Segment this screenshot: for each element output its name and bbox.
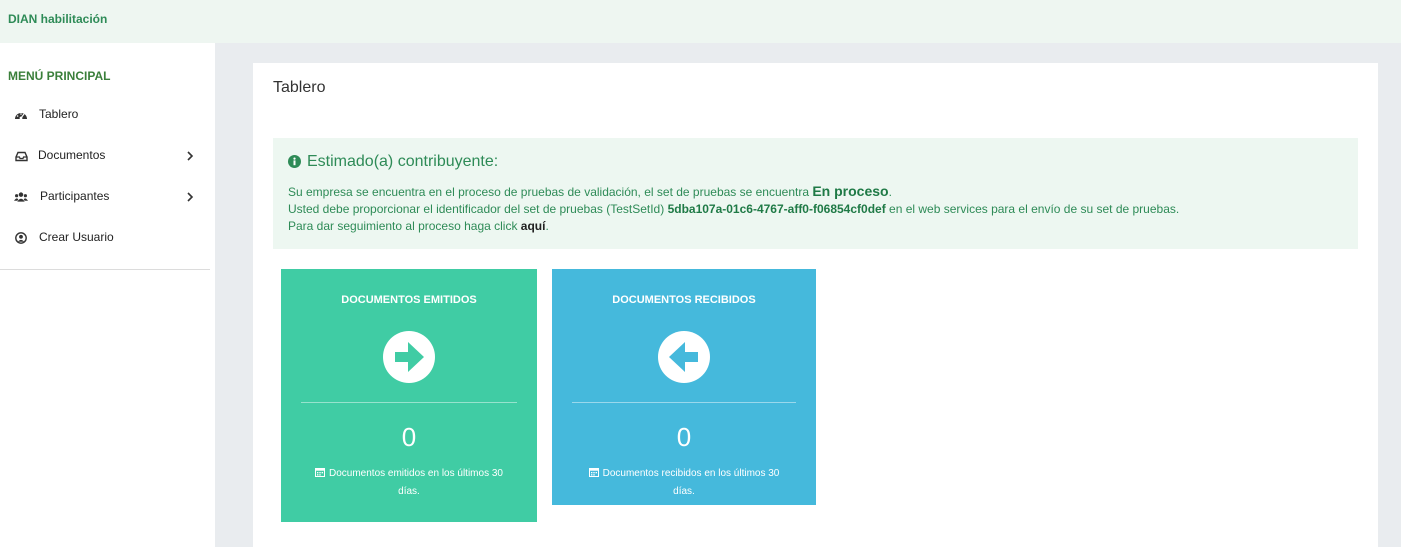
tile-footer: Documentos recibidos en los últimos 30 d… — [577, 465, 791, 501]
alert-line-status: Su empresa se encuentra en el proceso de… — [288, 183, 892, 199]
status-text: En proceso — [812, 183, 889, 199]
chevron-right-icon — [186, 190, 196, 202]
tile-documentos-emitidos[interactable]: DOCUMENTOS EMITIDOS 0 Documentos emitido… — [281, 269, 537, 522]
dashboard-icon — [14, 108, 28, 122]
page-title: Tablero — [273, 79, 326, 96]
sidebar-item-label: Tablero — [39, 107, 79, 121]
sidebar: MENÚ PRINCIPAL Tablero Documentos Partic… — [0, 43, 215, 547]
chevron-right-icon — [186, 149, 196, 161]
tile-count: 0 — [401, 422, 417, 452]
users-icon — [14, 190, 28, 204]
sidebar-item-crear-usuario[interactable]: Crear Usuario — [0, 217, 210, 258]
sidebar-item-label: Crear Usuario — [39, 230, 114, 244]
top-bar: DIAN habilitación — [0, 0, 1401, 43]
arrow-left-circle-icon — [657, 330, 711, 384]
user-circle-icon — [14, 231, 28, 245]
tile-divider — [572, 402, 796, 403]
sidebar-divider — [0, 269, 210, 270]
sidebar-item-label: Participantes — [40, 189, 110, 203]
alert-heading: Estimado(a) contribuyente: — [288, 153, 498, 171]
info-alert: Estimado(a) contribuyente: Su empresa se… — [273, 138, 1358, 249]
alert-heading-text: Estimado(a) contribuyente: — [307, 153, 499, 170]
tile-title: DOCUMENTOS RECIBIDOS — [612, 294, 756, 306]
sidebar-item-tablero[interactable]: Tablero — [0, 94, 210, 135]
alert-line-follow: Para dar seguimiento al proceso haga cli… — [288, 219, 549, 233]
sidebar-item-participantes[interactable]: Participantes — [0, 176, 210, 217]
tile-title: DOCUMENTOS EMITIDOS — [341, 294, 477, 306]
tile-count: 0 — [676, 422, 692, 452]
tile-divider — [301, 402, 517, 403]
menu-title: MENÚ PRINCIPAL — [8, 69, 111, 83]
brand-link[interactable]: DIAN habilitación — [8, 12, 107, 26]
sidebar-item-documentos[interactable]: Documentos — [0, 135, 210, 176]
tile-documentos-recibidos[interactable]: DOCUMENTOS RECIBIDOS 0 Documentos recibi… — [552, 269, 816, 505]
info-icon — [288, 155, 302, 169]
calendar-icon — [588, 466, 599, 477]
tile-footer-text: Documentos recibidos en los últimos 30 d… — [602, 468, 780, 497]
aqui-link[interactable]: aquí — [521, 219, 546, 233]
tile-footer: Documentos emitidos en los últimos 30 dí… — [306, 465, 512, 501]
inbox-icon — [14, 149, 28, 163]
alert-line-testset: Usted debe proporcionar el identificador… — [288, 202, 1180, 216]
tile-footer-text: Documentos emitidos en los últimos 30 dí… — [329, 468, 503, 497]
sidebar-item-label: Documentos — [38, 148, 106, 162]
arrow-right-circle-icon — [382, 330, 436, 384]
testset-id: 5dba107a-01c6-4767-aff0-f06854cf0def — [667, 202, 886, 216]
calendar-icon — [315, 466, 325, 477]
